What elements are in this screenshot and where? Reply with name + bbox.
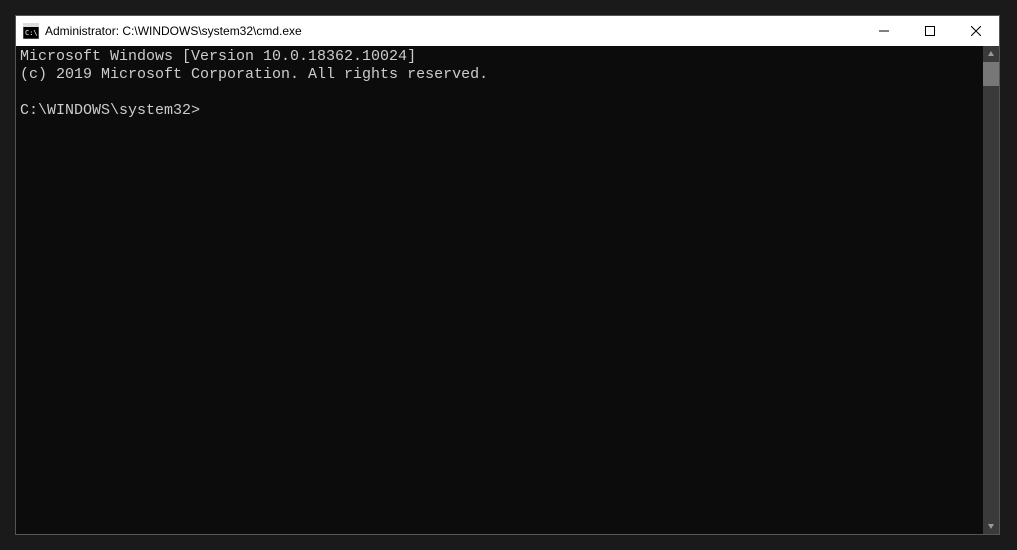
prompt: C:\WINDOWS\system32> [20,102,200,119]
maximize-button[interactable] [907,16,953,46]
cmd-icon: C:\ [23,23,39,39]
console-output[interactable]: Microsoft Windows [Version 10.0.18362.10… [16,46,983,534]
window-controls [861,16,999,46]
console-area: Microsoft Windows [Version 10.0.18362.10… [16,46,999,534]
svg-text:C:\: C:\ [25,29,38,37]
scroll-up-arrow[interactable] [983,46,999,62]
copyright-line: (c) 2019 Microsoft Corporation. All righ… [20,66,488,83]
titlebar[interactable]: C:\ Administrator: C:\WINDOWS\system32\c… [16,16,999,46]
cmd-window: C:\ Administrator: C:\WINDOWS\system32\c… [15,15,1000,535]
scroll-down-arrow[interactable] [983,518,999,534]
scroll-thumb[interactable] [983,62,999,86]
version-line: Microsoft Windows [Version 10.0.18362.10… [20,48,416,65]
minimize-button[interactable] [861,16,907,46]
vertical-scrollbar[interactable] [983,46,999,534]
window-title: Administrator: C:\WINDOWS\system32\cmd.e… [45,24,861,38]
close-button[interactable] [953,16,999,46]
